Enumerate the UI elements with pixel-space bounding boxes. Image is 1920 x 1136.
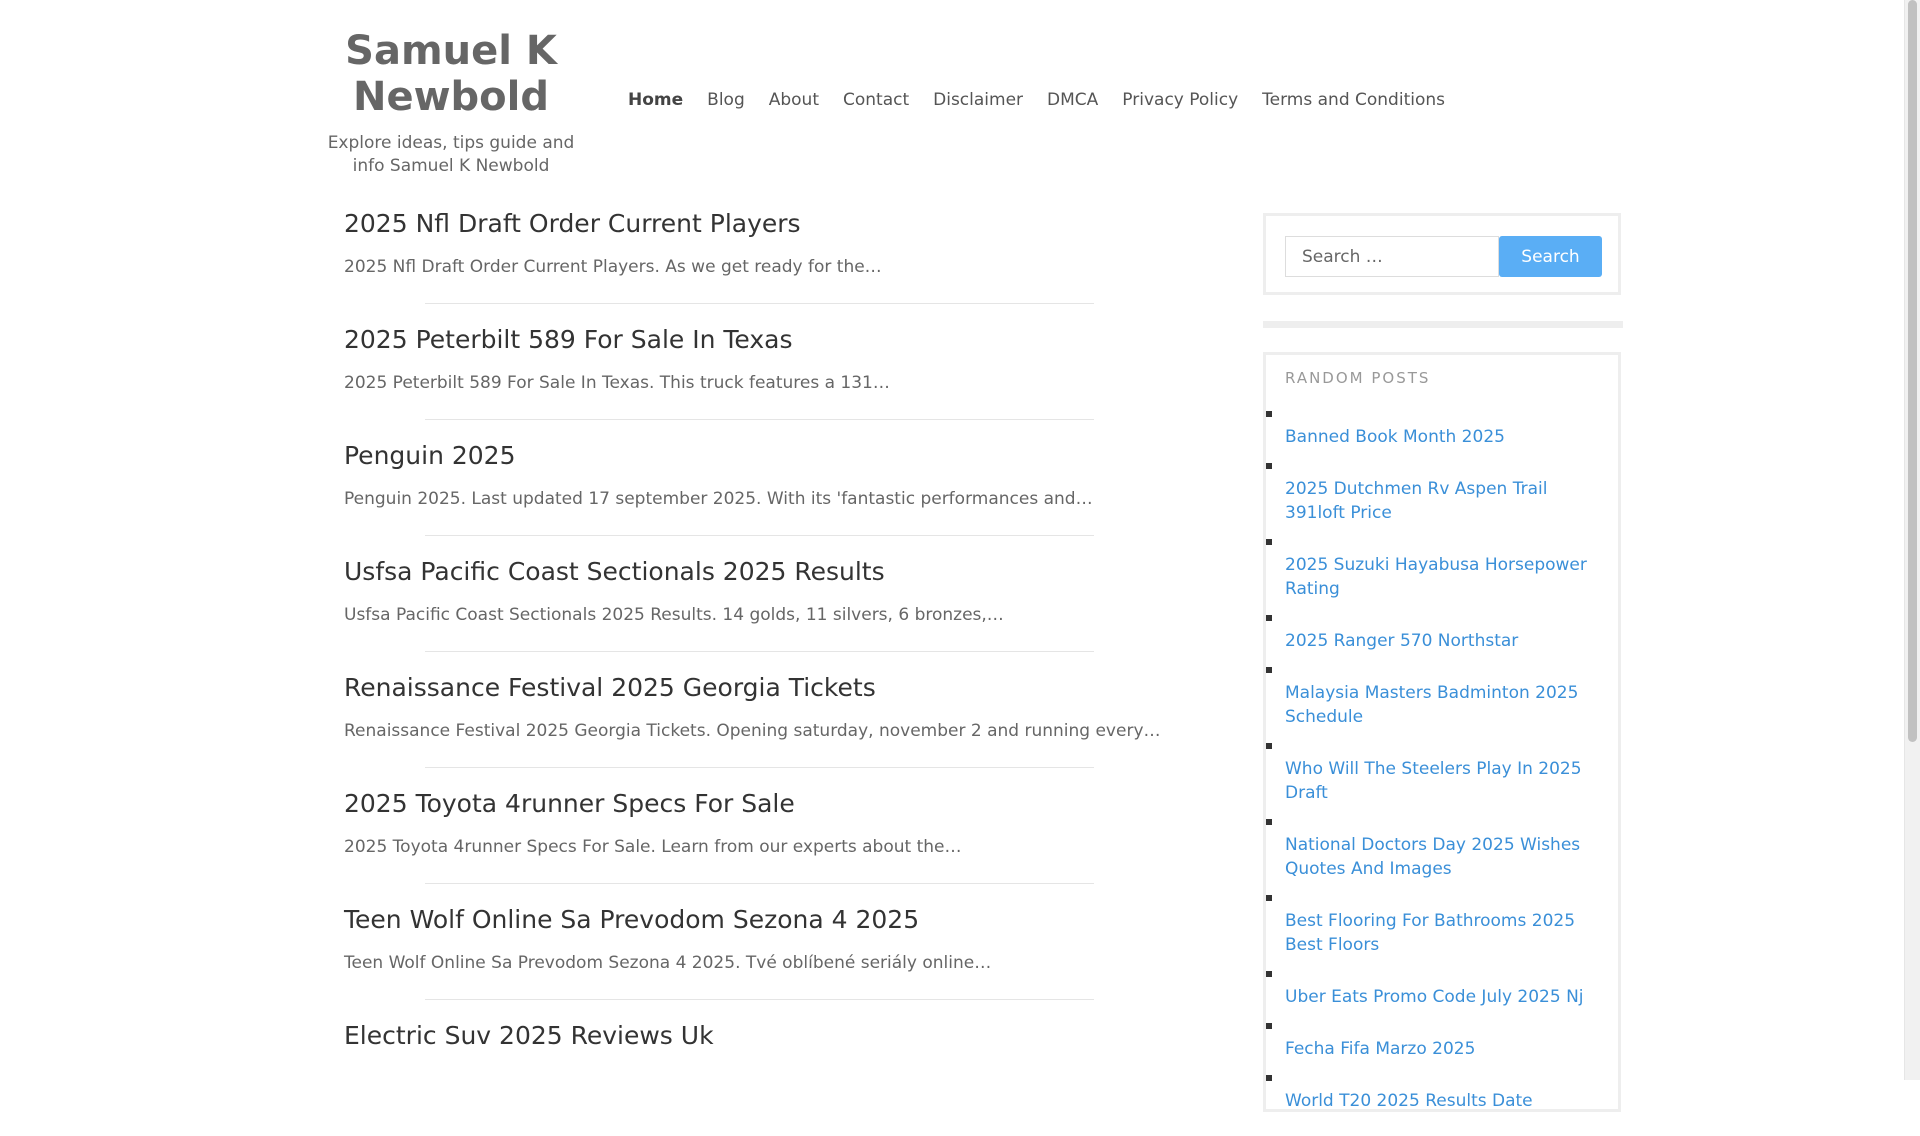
scrollbar-thumb[interactable] (1908, 0, 1917, 742)
site-description: Explore ideas, tips guide and info Samue… (327, 133, 575, 176)
post-item: Usfsa Pacific Coast Sectionals 2025 Resu… (344, 556, 1094, 672)
bullet-icon (1266, 971, 1272, 977)
post-divider (425, 303, 1094, 304)
post-item: Teen Wolf Online Sa Prevodom Sezona 4 20… (344, 904, 1094, 1020)
random-post-link[interactable]: Banned Book Month 2025 (1285, 425, 1607, 449)
post-item: Penguin 2025 Penguin 2025. Last updated … (344, 440, 1094, 556)
post-excerpt: 2025 Nfl Draft Order Current Players. As… (344, 257, 882, 277)
post-divider (425, 419, 1094, 420)
post-excerpt: Usfsa Pacific Coast Sectionals 2025 Resu… (344, 605, 1004, 625)
nav-item-about[interactable]: About (769, 90, 819, 110)
list-item: Malaysia Masters Badminton 2025 Schedule (1266, 667, 1607, 729)
list-item: Banned Book Month 2025 (1266, 411, 1607, 449)
nav-item-blog[interactable]: Blog (707, 90, 745, 110)
scrollbar[interactable] (1904, 0, 1920, 1080)
nav-item-dmca[interactable]: DMCA (1047, 90, 1098, 110)
list-item: Uber Eats Promo Code July 2025 Nj (1266, 971, 1607, 1009)
post-divider (425, 767, 1094, 768)
list-item: 2025 Suzuki Hayabusa Horsepower Rating (1266, 539, 1607, 601)
post-divider (425, 651, 1094, 652)
list-item: Fecha Fifa Marzo 2025 (1266, 1023, 1607, 1061)
random-post-link[interactable]: Who Will The Steelers Play In 2025 Draft (1285, 757, 1607, 805)
post-title[interactable]: 2025 Nfl Draft Order Current Players (344, 208, 1094, 240)
random-post-link[interactable]: Malaysia Masters Badminton 2025 Schedule (1285, 681, 1607, 729)
post-item: Electric Suv 2025 Reviews Uk (344, 1020, 1094, 1136)
bullet-icon (1266, 819, 1272, 825)
random-post-link[interactable]: National Doctors Day 2025 Wishes Quotes … (1285, 833, 1607, 881)
post-excerpt: Teen Wolf Online Sa Prevodom Sezona 4 20… (344, 953, 992, 973)
bullet-icon (1266, 463, 1272, 469)
site-title[interactable]: Samuel K Newbold (316, 28, 586, 120)
post-excerpt: Penguin 2025. Last updated 17 september … (344, 489, 1093, 509)
post-title[interactable]: Teen Wolf Online Sa Prevodom Sezona 4 20… (344, 904, 1094, 936)
nav-item-contact[interactable]: Contact (843, 90, 909, 110)
post-title[interactable]: 2025 Peterbilt 589 For Sale In Texas (344, 324, 1094, 356)
search-input[interactable] (1285, 236, 1499, 277)
post-excerpt: Renaissance Festival 2025 Georgia Ticket… (344, 721, 1161, 741)
list-item: National Doctors Day 2025 Wishes Quotes … (1266, 819, 1607, 881)
post-divider (425, 535, 1094, 536)
bullet-icon (1266, 615, 1272, 621)
search-button[interactable]: Search (1499, 236, 1602, 277)
nav-item-privacy-policy[interactable]: Privacy Policy (1122, 90, 1238, 110)
nav-item-home[interactable]: Home (628, 90, 683, 110)
random-post-link[interactable]: World T20 2025 Results Date (1285, 1089, 1607, 1113)
post-item: 2025 Toyota 4runner Specs For Sale 2025 … (344, 788, 1094, 904)
post-title[interactable]: Penguin 2025 (344, 440, 1094, 472)
bullet-icon (1266, 1075, 1272, 1081)
post-item: 2025 Peterbilt 589 For Sale In Texas 202… (344, 324, 1094, 440)
post-excerpt: 2025 Toyota 4runner Specs For Sale. Lear… (344, 837, 962, 857)
post-title[interactable]: Electric Suv 2025 Reviews Uk (344, 1020, 1094, 1052)
post-list: 2025 Nfl Draft Order Current Players 202… (344, 208, 1161, 1136)
bullet-icon (1266, 743, 1272, 749)
search-widget: Search (1263, 213, 1621, 295)
random-post-link[interactable]: Best Flooring For Bathrooms 2025 Best Fl… (1285, 909, 1607, 957)
bullet-icon (1266, 667, 1272, 673)
list-item: Best Flooring For Bathrooms 2025 Best Fl… (1266, 895, 1607, 957)
post-title[interactable]: Usfsa Pacific Coast Sectionals 2025 Resu… (344, 556, 1094, 588)
random-posts-widget: Random Posts Banned Book Month 2025 2025… (1263, 352, 1621, 1112)
post-excerpt: 2025 Peterbilt 589 For Sale In Texas. Th… (344, 373, 890, 393)
list-item: 2025 Ranger 570 Northstar (1266, 615, 1607, 653)
post-title[interactable]: 2025 Toyota 4runner Specs For Sale (344, 788, 1094, 820)
random-post-link[interactable]: 2025 Ranger 570 Northstar (1285, 629, 1607, 653)
widget-divider (1263, 321, 1623, 328)
post-item: Renaissance Festival 2025 Georgia Ticket… (344, 672, 1161, 788)
bullet-icon (1266, 539, 1272, 545)
bullet-icon (1266, 895, 1272, 901)
bullet-icon (1266, 411, 1272, 417)
random-post-link[interactable]: Uber Eats Promo Code July 2025 Nj (1285, 985, 1607, 1009)
site-branding: Samuel K Newbold Explore ideas, tips gui… (316, 28, 586, 178)
random-post-link[interactable]: Fecha Fifa Marzo 2025 (1285, 1037, 1607, 1061)
widget-title: Random Posts (1285, 369, 1431, 387)
post-divider (425, 883, 1094, 884)
random-post-link[interactable]: 2025 Dutchmen Rv Aspen Trail 391loft Pri… (1285, 477, 1607, 525)
post-item: 2025 Nfl Draft Order Current Players 202… (344, 208, 1094, 324)
random-posts-list: Banned Book Month 2025 2025 Dutchmen Rv … (1266, 411, 1607, 1127)
nav-item-disclaimer[interactable]: Disclaimer (933, 90, 1023, 110)
post-title[interactable]: Renaissance Festival 2025 Georgia Ticket… (344, 672, 1094, 704)
list-item: Who Will The Steelers Play In 2025 Draft (1266, 743, 1607, 805)
random-post-link[interactable]: 2025 Suzuki Hayabusa Horsepower Rating (1285, 553, 1607, 601)
list-item: World T20 2025 Results Date (1266, 1075, 1607, 1113)
list-item: 2025 Dutchmen Rv Aspen Trail 391loft Pri… (1266, 463, 1607, 525)
bullet-icon (1266, 1023, 1272, 1029)
post-divider (425, 999, 1094, 1000)
main-navigation: Home Blog About Contact Disclaimer DMCA … (628, 90, 1469, 110)
nav-item-terms[interactable]: Terms and Conditions (1262, 90, 1445, 110)
